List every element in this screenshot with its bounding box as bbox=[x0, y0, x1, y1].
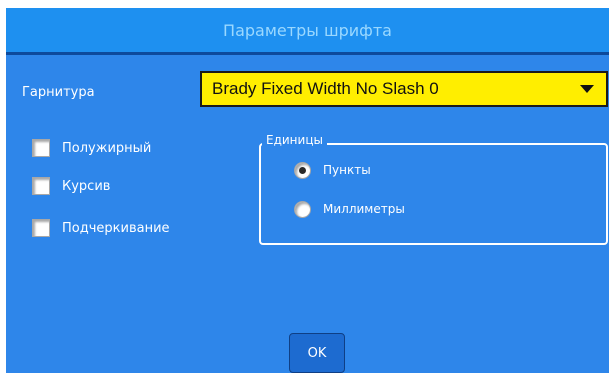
units-option-points[interactable]: Пункты bbox=[294, 159, 371, 181]
units-option-millimeters[interactable]: Миллиметры bbox=[294, 198, 405, 220]
ok-button[interactable]: OK bbox=[289, 333, 345, 373]
bold-checkbox[interactable] bbox=[32, 139, 50, 157]
italic-checkbox[interactable] bbox=[32, 177, 50, 195]
ok-button-label: OK bbox=[307, 345, 327, 361]
dialog-title-bar: Параметры шрифта bbox=[6, 8, 609, 52]
dialog-title: Параметры шрифта bbox=[223, 20, 392, 40]
millimeters-radio[interactable] bbox=[294, 200, 311, 218]
typeface-selected-value: Brady Fixed Width No Slash 0 bbox=[212, 79, 439, 98]
points-radio-label: Пункты bbox=[323, 163, 371, 177]
typeface-label: Гарнитура bbox=[22, 85, 95, 100]
bold-checkbox-label: Полужирный bbox=[62, 140, 152, 156]
italic-checkbox-label: Курсив bbox=[62, 178, 111, 194]
underline-checkbox-label: Подчеркивание bbox=[62, 220, 170, 236]
italic-checkbox-row[interactable]: Курсив bbox=[32, 175, 110, 197]
millimeters-radio-label: Миллиметры bbox=[323, 202, 405, 216]
underline-checkbox-row[interactable]: Подчеркивание bbox=[32, 217, 170, 239]
points-radio[interactable] bbox=[294, 161, 311, 179]
radio-selected-dot bbox=[299, 166, 306, 174]
font-settings-dialog: Параметры шрифта Гарнитура Brady Fixed W… bbox=[0, 0, 615, 381]
chevron-down-icon bbox=[580, 85, 594, 93]
underline-checkbox[interactable] bbox=[32, 219, 50, 237]
bold-checkbox-row[interactable]: Полужирный bbox=[32, 137, 151, 159]
typeface-dropdown[interactable]: Brady Fixed Width No Slash 0 bbox=[200, 71, 608, 107]
units-legend: Единицы bbox=[262, 133, 327, 147]
